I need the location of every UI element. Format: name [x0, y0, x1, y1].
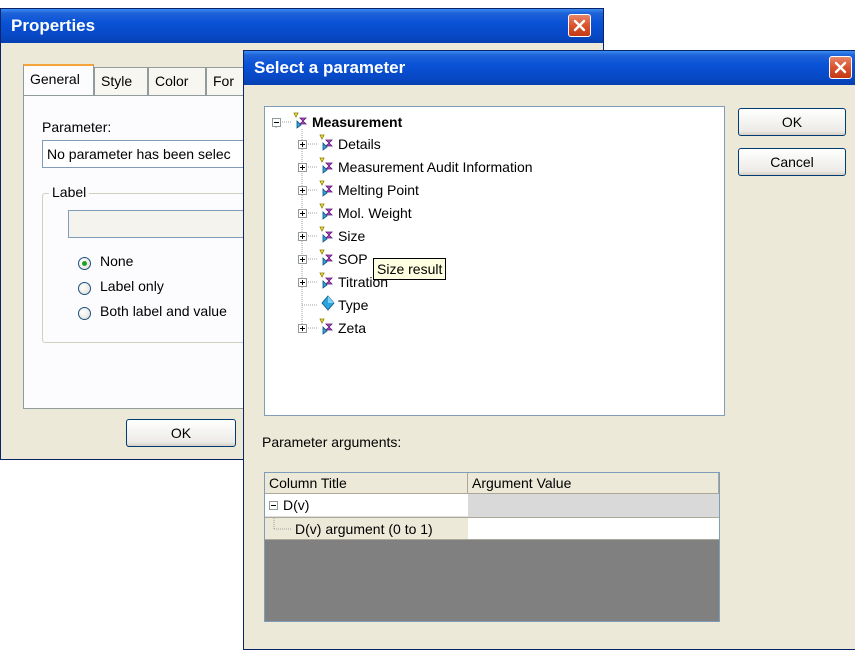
radio-none[interactable]	[78, 257, 91, 270]
root-collapse-toggle[interactable]	[272, 118, 281, 127]
grid-header-column-title[interactable]: Column Title	[265, 473, 468, 494]
close-icon	[573, 19, 586, 32]
parameter-arguments-grid: Column Title Argument Value D(v) D(v) ar…	[264, 472, 720, 622]
measurement-icon	[293, 112, 307, 129]
properties-ok-button[interactable]: OK	[126, 419, 236, 447]
measurement-icon	[319, 180, 333, 197]
properties-title: Properties	[11, 16, 96, 35]
parameter-tree[interactable]: Measurement Details Measurement Audit In…	[264, 106, 725, 416]
tree-item-size[interactable]: Size	[338, 226, 365, 246]
tree-item-audit[interactable]: Measurement Audit Information	[338, 157, 533, 177]
measurement-icon	[319, 157, 333, 174]
select-title: Select a parameter	[254, 58, 406, 77]
measurement-icon	[319, 203, 333, 220]
expand-size-toggle[interactable]	[298, 232, 307, 241]
dv-collapse-toggle[interactable]	[269, 501, 278, 510]
tab-style[interactable]: Style	[94, 67, 148, 95]
measurement-icon	[319, 249, 333, 266]
size-tooltip: Size result	[373, 258, 447, 280]
grid-cell-dv-argument-value[interactable]	[468, 517, 719, 540]
tree-item-melting-point[interactable]: Melting Point	[338, 180, 419, 200]
tab-color[interactable]: Color	[148, 67, 206, 95]
expand-molweight-toggle[interactable]	[298, 209, 307, 218]
tree-item-details[interactable]: Details	[338, 134, 381, 154]
tree-item-type[interactable]: Type	[338, 295, 368, 315]
radio-both-label: Both label and value	[100, 303, 227, 319]
select-close-button[interactable]	[829, 56, 852, 79]
close-icon	[834, 61, 847, 74]
tab-general[interactable]: General	[23, 64, 94, 95]
expand-melting-toggle[interactable]	[298, 186, 307, 195]
tree-item-zeta[interactable]: Zeta	[338, 318, 366, 338]
measurement-icon	[319, 272, 333, 289]
grid-row-dv-argument[interactable]: D(v) argument (0 to 1)	[265, 517, 468, 540]
radio-both[interactable]	[78, 307, 91, 320]
radio-label-only[interactable]	[78, 282, 91, 295]
radio-none-label: None	[100, 253, 134, 269]
parameter-arguments-label: Parameter arguments:	[262, 434, 402, 450]
expand-sop-toggle[interactable]	[298, 255, 307, 264]
expand-details-toggle[interactable]	[298, 140, 307, 149]
type-diamond-icon	[321, 295, 335, 311]
expand-titration-toggle[interactable]	[298, 278, 307, 287]
measurement-icon	[319, 318, 333, 335]
expand-zeta-toggle[interactable]	[298, 324, 307, 333]
tree-root-measurement[interactable]: Measurement	[312, 112, 402, 132]
label-group-title: Label	[49, 184, 90, 200]
grid-row-dv[interactable]: D(v)	[265, 494, 468, 517]
grid-cell-dv-value	[468, 494, 719, 517]
select-title-bar[interactable]: Select a parameter	[244, 51, 855, 85]
measurement-icon	[319, 134, 333, 151]
select-cancel-button[interactable]: Cancel	[738, 148, 846, 176]
measurement-icon	[319, 226, 333, 243]
parameter-label: Parameter:	[42, 119, 112, 135]
select-ok-button[interactable]: OK	[738, 108, 846, 136]
expand-audit-toggle[interactable]	[298, 163, 307, 172]
properties-close-button[interactable]	[568, 14, 591, 37]
grid-cell-dv-argument-title: D(v) argument (0 to 1)	[295, 521, 433, 537]
grid-header-argument-value[interactable]: Argument Value	[468, 473, 719, 494]
radio-label-only-label: Label only	[100, 278, 164, 294]
properties-title-bar[interactable]: Properties	[1, 9, 603, 43]
tree-item-sop[interactable]: SOP	[338, 249, 368, 269]
tree-item-mol-weight[interactable]: Mol. Weight	[338, 203, 412, 223]
grid-cell-dv-title: D(v)	[283, 497, 310, 513]
